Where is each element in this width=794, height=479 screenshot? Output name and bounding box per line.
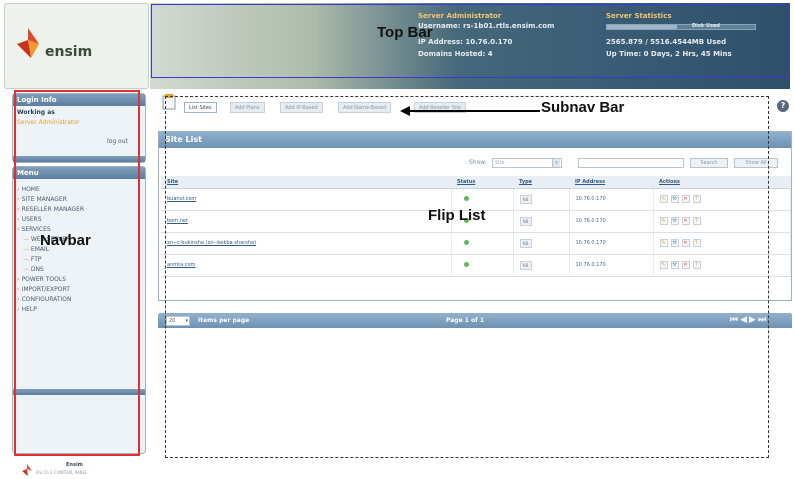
logo-panel: ensim [4,3,149,89]
top-bar-annotation-box [151,4,789,78]
navbar-annotation: Navbar [40,232,91,249]
flip-list-annotation-box [165,96,769,458]
ensim-small-logo-icon [22,464,32,476]
footer-logo-line1: Ensim [66,462,83,468]
footer-logo-line2: Pro 10.3 CONTROL PANEL [36,470,88,475]
help-icon[interactable]: ? [777,100,789,112]
flip-list-annotation: Flip List [428,207,486,224]
ensim-logo-icon [17,28,39,58]
logo-text: ensim [45,44,93,60]
navbar-annotation-box [14,90,140,456]
footer-logo: Ensim Pro 10.3 CONTROL PANEL [22,460,142,478]
top-bar-annotation: Top Bar [377,24,433,41]
